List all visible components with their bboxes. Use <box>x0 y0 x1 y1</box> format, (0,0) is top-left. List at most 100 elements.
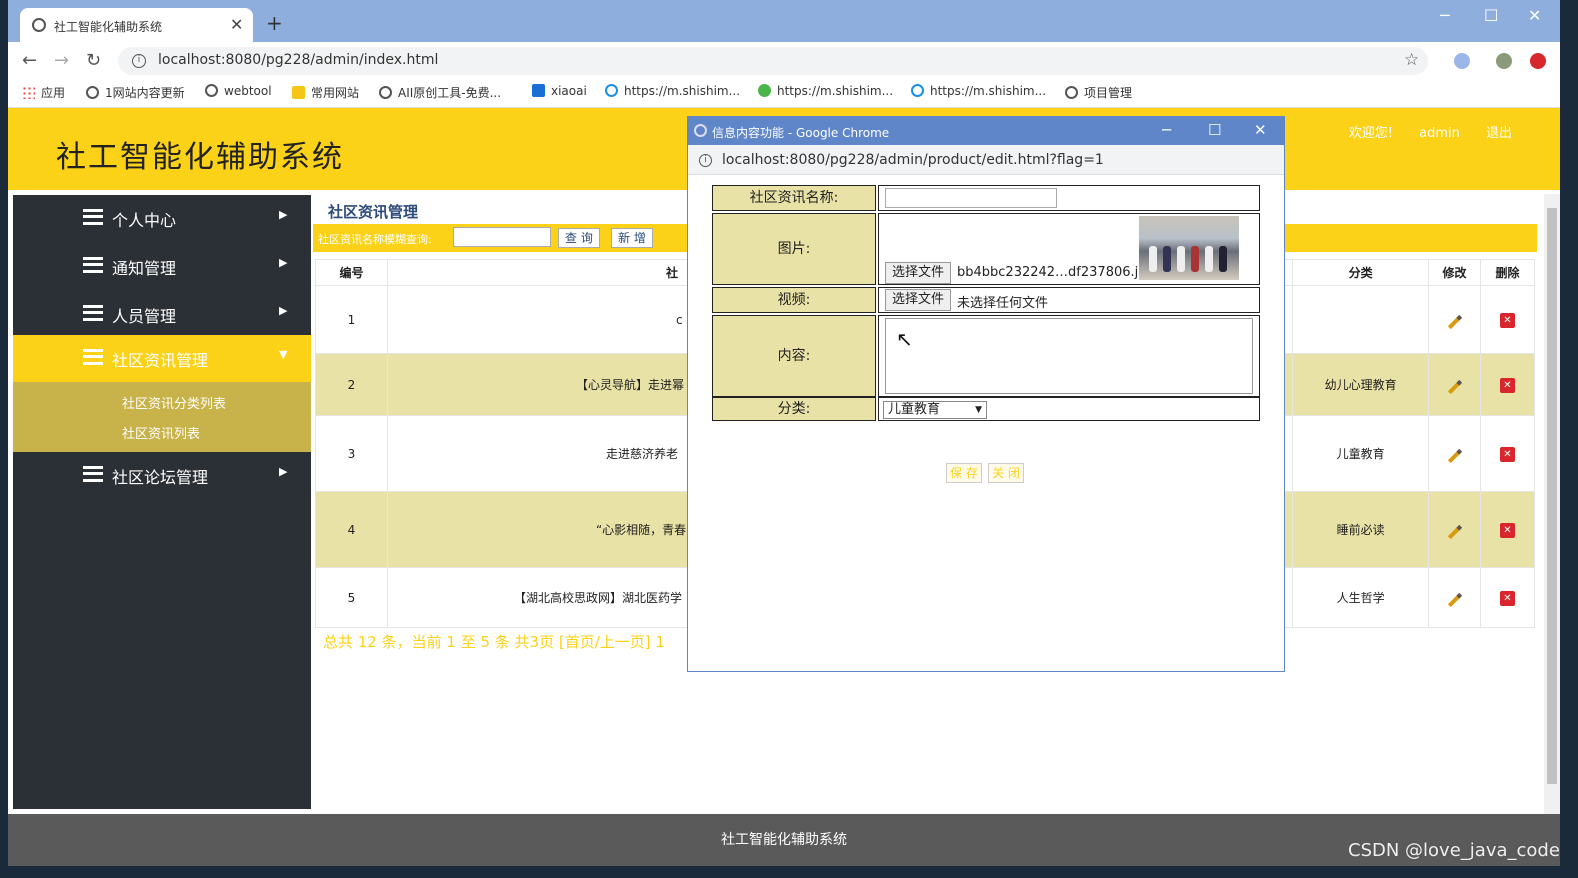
reload-icon[interactable]: ↻ <box>86 50 101 71</box>
bookmark-item[interactable]: xiaoai <box>532 84 587 98</box>
submenu-news-list[interactable]: 社区资讯列表 <box>122 423 200 442</box>
category-select[interactable]: 儿童教育 ▼ <box>883 401 987 419</box>
page-footer: 社工智能化辅助系统 <box>8 814 1560 866</box>
delete-button[interactable]: ✕ <box>1480 415 1535 492</box>
sidebar-item-label: 人员管理 <box>112 307 177 326</box>
delete-button[interactable]: ✕ <box>1480 285 1535 354</box>
search-button[interactable]: 查 询 <box>558 228 600 248</box>
system-title: 社工智能化辅助系统 <box>56 140 344 175</box>
dropdown-arrow-icon: ▼ <box>975 405 982 415</box>
delete-icon: ✕ <box>1500 446 1515 462</box>
submenu: 社区资讯分类列表 社区资讯列表 <box>13 382 311 452</box>
search-label: 社区资讯名称模糊查询: <box>318 233 432 246</box>
pagination[interactable]: 总共 12 条，当前 1 至 5 条 共3页 [首页/上一页] 1 <box>323 631 665 652</box>
sidebar-item-label: 社区资讯管理 <box>112 351 209 370</box>
maximize-icon[interactable]: ☐ <box>1484 6 1498 25</box>
save-button[interactable]: 保 存 <box>946 463 982 483</box>
link-icon <box>911 84 924 97</box>
link-icon <box>605 84 618 97</box>
form-row-content: 内容: <box>712 315 1260 397</box>
column-header: 修改 <box>1428 259 1481 286</box>
delete-icon: ✕ <box>1500 590 1515 606</box>
globe-icon <box>86 86 99 99</box>
address-bar[interactable]: i localhost:8080/pg228/admin/index.html <box>118 47 1428 75</box>
pencil-icon <box>1447 314 1462 329</box>
bookmark-item[interactable]: 1网站内容更新 <box>86 84 185 101</box>
extension-icon[interactable] <box>1530 53 1546 69</box>
delete-button[interactable]: ✕ <box>1480 353 1535 416</box>
close-icon[interactable]: ✕ <box>1528 6 1541 25</box>
forward-icon[interactable]: → <box>54 50 69 71</box>
browser-tab[interactable]: 社工智能化辅助系统 ✕ <box>20 8 253 42</box>
column-header: 删除 <box>1480 259 1535 286</box>
close-button[interactable]: 关 闭 <box>988 463 1024 483</box>
pencil-icon <box>1447 592 1462 607</box>
bookmark-apps[interactable]: 应用 <box>22 84 65 101</box>
edit-button[interactable] <box>1428 415 1481 492</box>
name-input[interactable] <box>885 188 1057 208</box>
field-value: 选择文件 未选择任何文件 <box>878 287 1260 313</box>
popup-titlebar: 信息内容功能 - Google Chrome ─ ☐ ✕ <box>688 117 1284 145</box>
form-row-category: 分类: 儿童教育 ▼ <box>712 397 1260 421</box>
minimize-icon[interactable]: ─ <box>1162 121 1171 139</box>
submenu-news-category[interactable]: 社区资讯分类列表 <box>122 393 226 412</box>
sidebar-item-forum[interactable]: 社区论坛管理 ▶ <box>13 452 311 500</box>
edit-popup-window: 信息内容功能 - Google Chrome ─ ☐ ✕ i localhost… <box>687 116 1285 672</box>
os-taskbar <box>0 866 1578 878</box>
watermark: CSDN @love_java_code <box>1348 840 1560 861</box>
browser-toolbar: ← → ↻ i localhost:8080/pg228/admin/index… <box>8 42 1560 78</box>
sidebar-item-personal-center[interactable]: 个人中心 ▶ <box>13 195 311 243</box>
menu-icon <box>83 349 103 365</box>
bookmark-item[interactable]: https://m.shishim... <box>911 84 1046 98</box>
bookmark-item[interactable]: https://m.shishim... <box>605 84 740 98</box>
bookmark-item[interactable]: webtool <box>205 84 272 98</box>
edit-button[interactable] <box>1428 353 1481 416</box>
sidebar-item-label: 社区论坛管理 <box>112 468 209 487</box>
sidebar-item-staff[interactable]: 人员管理 ▶ <box>13 291 311 339</box>
bookmark-item[interactable]: https://m.shishim... <box>758 84 893 98</box>
edit-button[interactable] <box>1428 567 1481 628</box>
bookmark-star-icon[interactable]: ☆ <box>1404 50 1419 70</box>
bookmark-item[interactable]: AII原创工具-免费... <box>379 84 501 101</box>
sidebar-item-news[interactable]: 社区资讯管理 ▼ <box>13 335 311 383</box>
username-link[interactable]: admin <box>1419 126 1460 141</box>
maximize-icon[interactable]: ☐ <box>1208 121 1221 139</box>
popup-title: 信息内容功能 - Google Chrome <box>712 126 890 140</box>
minimize-icon[interactable]: ─ <box>1440 6 1450 25</box>
bookmark-item[interactable]: 项目管理 <box>1065 84 1132 101</box>
bookmark-folder[interactable]: 常用网站 <box>292 84 359 101</box>
cell-id: 2 <box>315 353 388 416</box>
scrollbar[interactable] <box>1544 194 1560 814</box>
image-file-button[interactable]: 选择文件 <box>885 262 952 284</box>
delete-icon: ✕ <box>1500 312 1515 328</box>
scrollbar-thumb[interactable] <box>1547 208 1557 784</box>
info-icon[interactable]: i <box>132 54 146 68</box>
globe-icon <box>1065 86 1078 99</box>
sidebar-item-notice[interactable]: 通知管理 ▶ <box>13 243 311 291</box>
delete-button[interactable]: ✕ <box>1480 491 1535 568</box>
tab-title: 社工智能化辅助系统 <box>54 20 163 34</box>
new-tab-button[interactable]: + <box>266 11 283 35</box>
extension-icon[interactable] <box>1454 53 1470 69</box>
chevron-down-icon: ▼ <box>279 348 288 361</box>
search-input[interactable] <box>453 227 551 247</box>
sidebar-item-label: 个人中心 <box>112 211 177 230</box>
close-icon[interactable]: ✕ <box>1254 121 1267 139</box>
cell-id: 1 <box>315 285 388 354</box>
address-url[interactable]: localhost:8080/pg228/admin/index.html <box>158 52 438 68</box>
globe-icon <box>32 18 46 32</box>
add-button[interactable]: 新 增 <box>611 228 653 248</box>
back-icon[interactable]: ← <box>22 50 37 71</box>
cell-id: 5 <box>315 567 388 628</box>
edit-button[interactable] <box>1428 491 1481 568</box>
content-textarea[interactable] <box>885 318 1253 394</box>
tab-close-button[interactable]: ✕ <box>230 15 243 34</box>
profile-avatar[interactable] <box>1496 53 1512 69</box>
welcome-text: 欢迎您! <box>1348 126 1393 141</box>
info-icon[interactable]: i <box>699 154 712 167</box>
logout-link[interactable]: 退出 <box>1486 126 1512 141</box>
video-file-button[interactable]: 选择文件 <box>885 289 952 311</box>
edit-button[interactable] <box>1428 285 1481 354</box>
menu-icon <box>83 257 103 273</box>
delete-button[interactable]: ✕ <box>1480 567 1535 628</box>
